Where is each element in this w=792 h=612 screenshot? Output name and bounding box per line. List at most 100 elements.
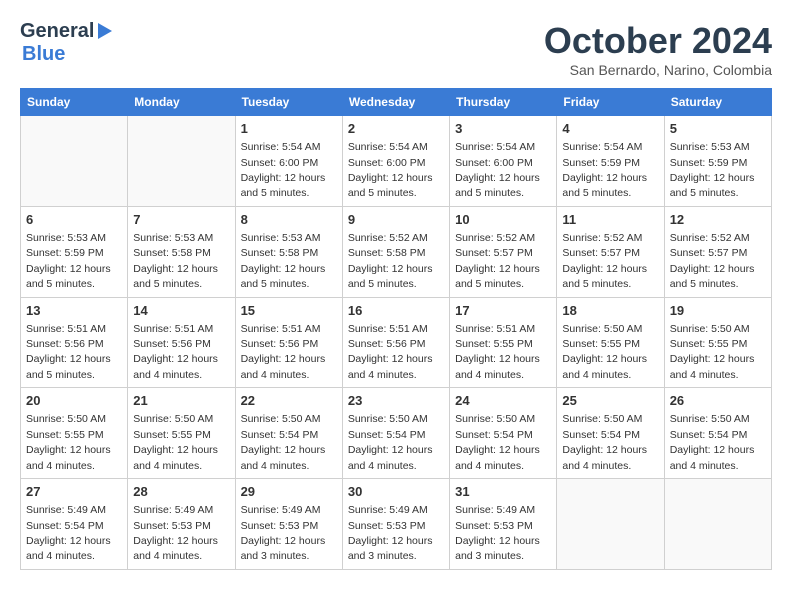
day-info: Sunrise: 5:53 AM Sunset: 5:59 PM Dayligh… bbox=[670, 141, 755, 199]
day-number: 16 bbox=[348, 302, 444, 320]
calendar-cell: 6 Sunrise: 5:53 AM Sunset: 5:59 PM Daylig… bbox=[21, 206, 128, 297]
col-friday: Friday bbox=[557, 89, 664, 116]
day-number: 29 bbox=[241, 483, 337, 501]
day-info: Sunrise: 5:53 AM Sunset: 5:58 PM Dayligh… bbox=[241, 232, 326, 290]
calendar-cell: 22 Sunrise: 5:50 AM Sunset: 5:54 PM Dayli… bbox=[235, 388, 342, 479]
calendar-cell: 28 Sunrise: 5:49 AM Sunset: 5:53 PM Dayli… bbox=[128, 479, 235, 570]
col-thursday: Thursday bbox=[450, 89, 557, 116]
day-info: Sunrise: 5:51 AM Sunset: 5:56 PM Dayligh… bbox=[348, 323, 433, 381]
day-info: Sunrise: 5:53 AM Sunset: 5:59 PM Dayligh… bbox=[26, 232, 111, 290]
calendar-week-3: 13Sunrise: 5:51 AM Sunset: 5:56 PM Dayli… bbox=[21, 297, 772, 388]
day-number: 28 bbox=[133, 483, 229, 501]
calendar-cell: 20 Sunrise: 5:50 AM Sunset: 5:55 PM Dayli… bbox=[21, 388, 128, 479]
calendar-cell: 1 Sunrise: 5:54 AM Sunset: 6:00 PM Daylig… bbox=[235, 116, 342, 207]
calendar-cell: 19Sunrise: 5:50 AM Sunset: 5:55 PM Dayli… bbox=[664, 297, 771, 388]
day-info: Sunrise: 5:50 AM Sunset: 5:54 PM Dayligh… bbox=[348, 413, 433, 471]
day-info: Sunrise: 5:54 AM Sunset: 5:59 PM Dayligh… bbox=[562, 141, 647, 199]
col-sunday: Sunday bbox=[21, 89, 128, 116]
calendar-cell: 4 Sunrise: 5:54 AM Sunset: 5:59 PM Daylig… bbox=[557, 116, 664, 207]
calendar-cell: 7Sunrise: 5:53 AM Sunset: 5:58 PM Daylig… bbox=[128, 206, 235, 297]
day-number: 1 bbox=[241, 120, 337, 138]
calendar-cell: 29Sunrise: 5:49 AM Sunset: 5:53 PM Dayli… bbox=[235, 479, 342, 570]
header-row: Sunday Monday Tuesday Wednesday Thursday… bbox=[21, 89, 772, 116]
day-info: Sunrise: 5:49 AM Sunset: 5:53 PM Dayligh… bbox=[133, 504, 218, 562]
day-number: 7 bbox=[133, 211, 229, 229]
day-info: Sunrise: 5:52 AM Sunset: 5:58 PM Dayligh… bbox=[348, 232, 433, 290]
col-tuesday: Tuesday bbox=[235, 89, 342, 116]
day-number: 22 bbox=[241, 392, 337, 410]
logo-blue-text: Blue bbox=[22, 43, 65, 66]
calendar-cell bbox=[664, 479, 771, 570]
month-title: October 2024 bbox=[544, 20, 772, 62]
day-info: Sunrise: 5:52 AM Sunset: 5:57 PM Dayligh… bbox=[670, 232, 755, 290]
calendar-week-5: 27Sunrise: 5:49 AM Sunset: 5:54 PM Dayli… bbox=[21, 479, 772, 570]
day-info: Sunrise: 5:51 AM Sunset: 5:56 PM Dayligh… bbox=[133, 323, 218, 381]
col-monday: Monday bbox=[128, 89, 235, 116]
calendar-table: Sunday Monday Tuesday Wednesday Thursday… bbox=[20, 88, 772, 570]
day-number: 20 bbox=[26, 392, 122, 410]
day-info: Sunrise: 5:49 AM Sunset: 5:54 PM Dayligh… bbox=[26, 504, 111, 562]
day-info: Sunrise: 5:54 AM Sunset: 6:00 PM Dayligh… bbox=[348, 141, 433, 199]
calendar-cell: 25 Sunrise: 5:50 AM Sunset: 5:54 PM Dayli… bbox=[557, 388, 664, 479]
day-number: 25 bbox=[562, 392, 658, 410]
calendar-cell: 11Sunrise: 5:52 AM Sunset: 5:57 PM Dayli… bbox=[557, 206, 664, 297]
day-number: 3 bbox=[455, 120, 551, 138]
calendar-cell: 27Sunrise: 5:49 AM Sunset: 5:54 PM Dayli… bbox=[21, 479, 128, 570]
day-number: 14 bbox=[133, 302, 229, 320]
day-number: 19 bbox=[670, 302, 766, 320]
calendar-cell: 17Sunrise: 5:51 AM Sunset: 5:55 PM Dayli… bbox=[450, 297, 557, 388]
day-info: Sunrise: 5:51 AM Sunset: 5:56 PM Dayligh… bbox=[26, 323, 111, 381]
calendar-week-1: 1 Sunrise: 5:54 AM Sunset: 6:00 PM Daylig… bbox=[21, 116, 772, 207]
day-number: 17 bbox=[455, 302, 551, 320]
day-number: 31 bbox=[455, 483, 551, 501]
day-info: Sunrise: 5:50 AM Sunset: 5:55 PM Dayligh… bbox=[26, 413, 111, 471]
logo-general-text: General bbox=[20, 20, 94, 43]
calendar-cell: 8Sunrise: 5:53 AM Sunset: 5:58 PM Daylig… bbox=[235, 206, 342, 297]
day-number: 11 bbox=[562, 211, 658, 229]
day-info: Sunrise: 5:50 AM Sunset: 5:55 PM Dayligh… bbox=[133, 413, 218, 471]
calendar-week-2: 6 Sunrise: 5:53 AM Sunset: 5:59 PM Daylig… bbox=[21, 206, 772, 297]
day-number: 5 bbox=[670, 120, 766, 138]
day-number: 9 bbox=[348, 211, 444, 229]
day-number: 21 bbox=[133, 392, 229, 410]
calendar-header: Sunday Monday Tuesday Wednesday Thursday… bbox=[21, 89, 772, 116]
day-info: Sunrise: 5:49 AM Sunset: 5:53 PM Dayligh… bbox=[455, 504, 540, 562]
calendar-cell: 3 Sunrise: 5:54 AM Sunset: 6:00 PM Daylig… bbox=[450, 116, 557, 207]
day-info: Sunrise: 5:50 AM Sunset: 5:54 PM Dayligh… bbox=[241, 413, 326, 471]
logo: General Blue bbox=[20, 20, 112, 66]
col-wednesday: Wednesday bbox=[342, 89, 449, 116]
calendar-cell: 18Sunrise: 5:50 AM Sunset: 5:55 PM Dayli… bbox=[557, 297, 664, 388]
calendar-cell bbox=[128, 116, 235, 207]
calendar-body: 1 Sunrise: 5:54 AM Sunset: 6:00 PM Daylig… bbox=[21, 116, 772, 570]
day-info: Sunrise: 5:54 AM Sunset: 6:00 PM Dayligh… bbox=[455, 141, 540, 199]
day-number: 23 bbox=[348, 392, 444, 410]
day-info: Sunrise: 5:50 AM Sunset: 5:54 PM Dayligh… bbox=[562, 413, 647, 471]
calendar-cell: 16 Sunrise: 5:51 AM Sunset: 5:56 PM Dayli… bbox=[342, 297, 449, 388]
day-number: 24 bbox=[455, 392, 551, 410]
day-info: Sunrise: 5:54 AM Sunset: 6:00 PM Dayligh… bbox=[241, 141, 326, 199]
day-info: Sunrise: 5:52 AM Sunset: 5:57 PM Dayligh… bbox=[455, 232, 540, 290]
calendar-cell: 10 Sunrise: 5:52 AM Sunset: 5:57 PM Dayli… bbox=[450, 206, 557, 297]
calendar-cell: 9 Sunrise: 5:52 AM Sunset: 5:58 PM Daylig… bbox=[342, 206, 449, 297]
calendar-cell bbox=[557, 479, 664, 570]
day-number: 2 bbox=[348, 120, 444, 138]
calendar-week-4: 20 Sunrise: 5:50 AM Sunset: 5:55 PM Dayli… bbox=[21, 388, 772, 479]
day-number: 10 bbox=[455, 211, 551, 229]
day-info: Sunrise: 5:50 AM Sunset: 5:54 PM Dayligh… bbox=[670, 413, 755, 471]
day-info: Sunrise: 5:50 AM Sunset: 5:54 PM Dayligh… bbox=[455, 413, 540, 471]
calendar-cell: 24 Sunrise: 5:50 AM Sunset: 5:54 PM Dayli… bbox=[450, 388, 557, 479]
calendar-cell: 21 Sunrise: 5:50 AM Sunset: 5:55 PM Dayli… bbox=[128, 388, 235, 479]
page-header: General Blue October 2024 San Bernardo, … bbox=[20, 20, 772, 78]
day-number: 15 bbox=[241, 302, 337, 320]
calendar-cell: 14 Sunrise: 5:51 AM Sunset: 5:56 PM Dayli… bbox=[128, 297, 235, 388]
day-number: 4 bbox=[562, 120, 658, 138]
col-saturday: Saturday bbox=[664, 89, 771, 116]
calendar-cell: 15Sunrise: 5:51 AM Sunset: 5:56 PM Dayli… bbox=[235, 297, 342, 388]
calendar-cell: 30Sunrise: 5:49 AM Sunset: 5:53 PM Dayli… bbox=[342, 479, 449, 570]
location: San Bernardo, Narino, Colombia bbox=[544, 62, 772, 78]
title-block: October 2024 San Bernardo, Narino, Colom… bbox=[544, 20, 772, 78]
day-info: Sunrise: 5:49 AM Sunset: 5:53 PM Dayligh… bbox=[348, 504, 433, 562]
calendar-cell: 13Sunrise: 5:51 AM Sunset: 5:56 PM Dayli… bbox=[21, 297, 128, 388]
day-number: 6 bbox=[26, 211, 122, 229]
logo-chevron-icon bbox=[98, 23, 112, 39]
